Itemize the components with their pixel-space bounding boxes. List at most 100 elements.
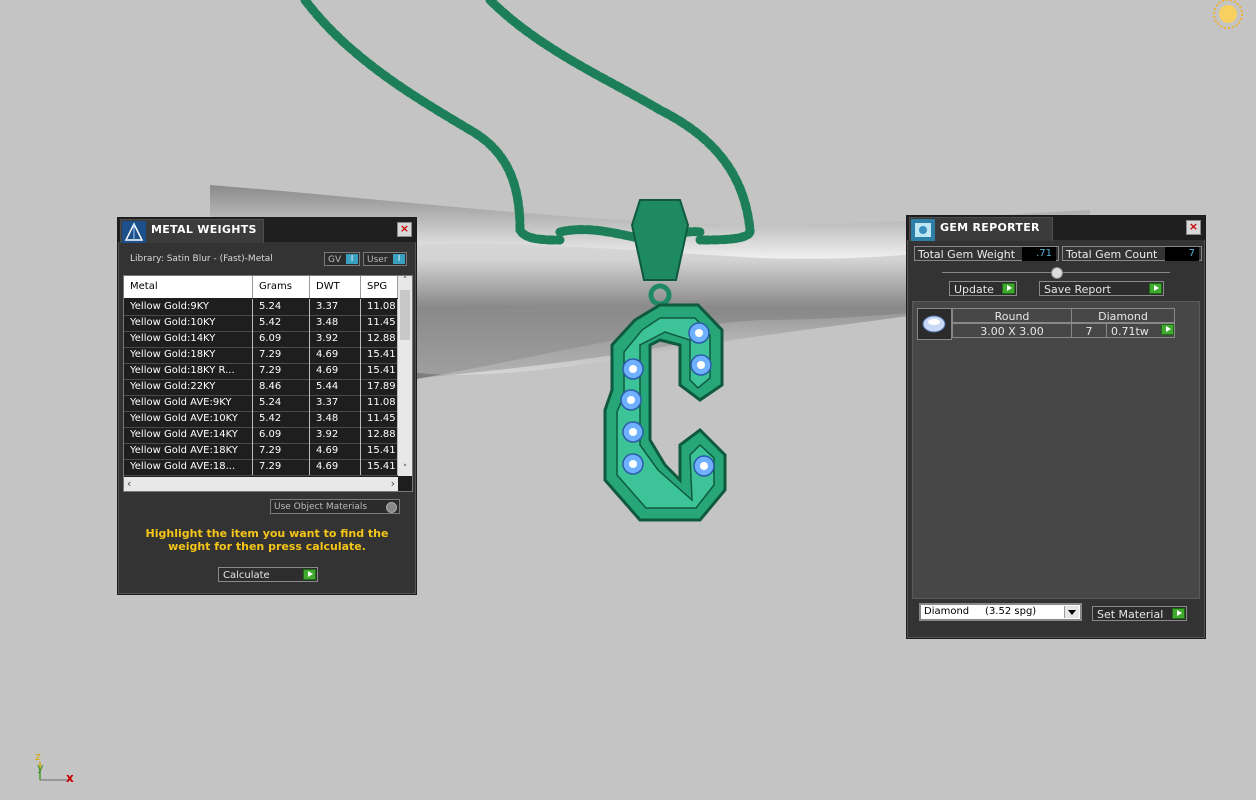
calculate-hint: Highlight the item you want to find the … (145, 527, 389, 553)
table-cell-grams: 5.24 (253, 395, 310, 411)
gem-list-area[interactable]: Round Diamond 3.00 X 3.00 7 0.71tw (912, 301, 1200, 599)
user-toggle-label: User (367, 255, 388, 265)
gv-toggle-label: GV (328, 255, 342, 265)
total-gem-count-value: 7 (1165, 247, 1199, 261)
metal-table-header: Metal Grams DWT SPG (124, 276, 398, 298)
round-gem-thumbnail-icon (917, 308, 952, 340)
metal-weights-title: METAL WEIGHTS (151, 223, 257, 236)
table-cell-dwt: 3.37 (310, 299, 361, 315)
table-row[interactable]: Yellow Gold:22KY 8.46 5.44 17.89 (124, 379, 398, 396)
metal-weights-tab[interactable]: METAL WEIGHTS (120, 219, 264, 243)
save-report-go-icon (1149, 283, 1162, 294)
metal-weights-panel: METAL WEIGHTS × Library: Satin Blur - (F… (117, 217, 417, 595)
table-cell-dwt: 3.48 (310, 315, 361, 331)
set-material-button-label: Set Material (1097, 608, 1164, 621)
scroll-left-icon[interactable]: ‹ (127, 477, 131, 490)
material-select[interactable]: Diamond (3.52 spg) (919, 603, 1082, 621)
gem-weight-cell[interactable]: 0.71tw (1106, 323, 1175, 338)
library-label: Library: Satin Blur - (Fast)-Metal (130, 254, 273, 264)
table-cell-dwt: 4.69 (310, 459, 361, 475)
calculate-button-label: Calculate (223, 570, 270, 581)
chevron-down-icon[interactable] (1064, 606, 1079, 618)
table-cell-dwt: 3.92 (310, 331, 361, 347)
metal-table-vertical-scrollbar[interactable]: ˄ ˅ (398, 276, 412, 476)
table-cell-grams: 8.46 (253, 379, 310, 395)
table-cell-dwt: 4.69 (310, 443, 361, 459)
table-cell-metal: Yellow Gold AVE:9KY (124, 395, 253, 411)
table-cell-metal: Yellow Gold AVE:18... (124, 459, 253, 475)
sun-light-icon[interactable] (1213, 0, 1243, 29)
calculate-button[interactable]: Calculate (218, 567, 318, 582)
use-object-materials-knob-icon (386, 502, 397, 513)
table-cell-grams: 7.29 (253, 459, 310, 475)
table-cell-spg: 15.41 (361, 347, 398, 363)
table-cell-metal: Yellow Gold:9KY (124, 299, 253, 315)
gem-weight-value: 0.71tw (1111, 325, 1149, 338)
scroll-thumb[interactable] (400, 290, 410, 340)
table-cell-spg: 15.41 (361, 459, 398, 475)
table-row[interactable]: Yellow Gold AVE:9KY 5.24 3.37 11.08 (124, 395, 398, 412)
table-row[interactable]: Yellow Gold:10KY 5.42 3.48 11.45 (124, 315, 398, 332)
table-row[interactable]: Yellow Gold AVE:14KY 6.09 3.92 12.88 (124, 427, 398, 444)
set-material-button[interactable]: Set Material (1092, 606, 1187, 621)
table-cell-grams: 7.29 (253, 347, 310, 363)
metal-table-horizontal-scrollbar[interactable]: ‹ › (124, 477, 398, 491)
table-cell-grams: 5.42 (253, 315, 310, 331)
scroll-up-icon[interactable]: ˄ (398, 276, 412, 288)
table-row[interactable]: Yellow Gold:14KY 6.09 3.92 12.88 (124, 331, 398, 348)
table-cell-grams: 7.29 (253, 443, 310, 459)
gem-material-cell: Diamond (1071, 308, 1175, 323)
table-row[interactable]: Yellow Gold:18KY R... 7.29 4.69 15.41 (124, 363, 398, 380)
table-cell-dwt: 4.69 (310, 347, 361, 363)
table-cell-grams: 6.09 (253, 331, 310, 347)
gem-weight-go-icon (1161, 324, 1174, 335)
col-dwt-header[interactable]: DWT (310, 276, 361, 298)
gem-reporter-panel: GEM REPORTER × Total Gem Weight .71 Tota… (906, 215, 1206, 639)
table-cell-metal: Yellow Gold:22KY (124, 379, 253, 395)
table-cell-metal: Yellow Gold:18KY R... (124, 363, 253, 379)
total-gem-weight-value: .71 (1022, 247, 1056, 261)
table-row[interactable]: Yellow Gold AVE:18KY 7.29 4.69 15.41 (124, 443, 398, 460)
table-cell-grams: 5.24 (253, 299, 310, 315)
user-toggle[interactable]: User I (363, 252, 407, 266)
save-report-button-label: Save Report (1044, 283, 1111, 296)
scroll-right-icon[interactable]: › (391, 477, 395, 490)
col-metal-header[interactable]: Metal (124, 276, 253, 298)
update-button[interactable]: Update (949, 281, 1017, 296)
table-cell-dwt: 4.69 (310, 363, 361, 379)
col-spg-header[interactable]: SPG (361, 276, 398, 298)
gv-toggle-indicator-icon: I (346, 254, 358, 264)
use-object-materials-toggle[interactable]: Use Object Materials (270, 499, 400, 514)
gem-weight-go-button[interactable] (1159, 324, 1174, 337)
table-cell-spg: 15.41 (361, 443, 398, 459)
gem-list-row[interactable]: Round Diamond 3.00 X 3.00 7 0.71tw (917, 307, 1175, 341)
metal-weights-titlebar[interactable]: METAL WEIGHTS × (118, 218, 416, 243)
gem-reporter-close-icon[interactable]: × (1186, 220, 1201, 235)
table-row[interactable]: Yellow Gold:18KY 7.29 4.69 15.41 (124, 347, 398, 364)
calculate-go-icon (303, 569, 316, 580)
table-cell-dwt: 3.37 (310, 395, 361, 411)
table-cell-grams: 6.09 (253, 427, 310, 443)
table-cell-grams: 7.29 (253, 363, 310, 379)
gem-reporter-tab[interactable]: GEM REPORTER (909, 217, 1053, 241)
table-cell-spg: 11.45 (361, 411, 398, 427)
metal-table[interactable]: Metal Grams DWT SPG Yellow Gold:9KY 5.24 3… (123, 275, 413, 492)
gem-reporter-title: GEM REPORTER (940, 221, 1040, 234)
col-grams-header[interactable]: Grams (253, 276, 310, 298)
save-report-button[interactable]: Save Report (1039, 281, 1164, 296)
table-cell-spg: 12.88 (361, 427, 398, 443)
gem-count-cell: 7 (1071, 323, 1107, 338)
metal-weights-close-icon[interactable]: × (397, 222, 412, 237)
scroll-down-icon[interactable]: ˅ (398, 464, 412, 476)
table-row[interactable]: Yellow Gold AVE:10KY 5.42 3.48 11.45 (124, 411, 398, 428)
table-row[interactable]: Yellow Gold:9KY 5.24 3.37 11.08 (124, 299, 398, 316)
table-row[interactable]: Yellow Gold AVE:18... 7.29 4.69 15.41 (124, 459, 398, 476)
table-cell-spg: 17.89 (361, 379, 398, 395)
table-cell-dwt: 3.48 (310, 411, 361, 427)
gem-reporter-titlebar[interactable]: GEM REPORTER × (907, 216, 1205, 241)
gv-toggle[interactable]: GV I (324, 252, 360, 266)
user-toggle-indicator-icon: I (393, 254, 405, 264)
table-cell-spg: 12.88 (361, 331, 398, 347)
splitter-knob-icon[interactable] (1051, 267, 1063, 279)
use-object-materials-label: Use Object Materials (274, 502, 368, 512)
